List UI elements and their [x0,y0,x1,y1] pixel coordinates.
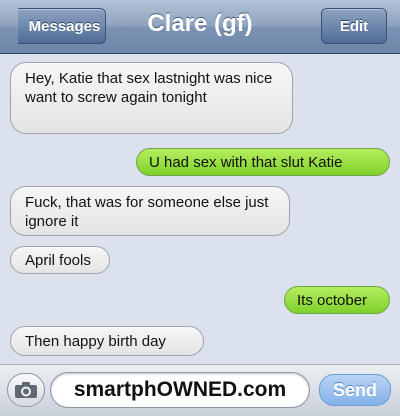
incoming-message-bubble: Then happy birth day [10,326,204,356]
incoming-message-bubble: Hey, Katie that sex lastnight was nice w… [10,62,293,134]
send-button[interactable]: Send [319,374,391,406]
incoming-message-bubble: April fools [10,246,110,274]
message-thread[interactable]: Hey, Katie that sex lastnight was nice w… [0,54,400,364]
camera-button[interactable] [7,373,45,407]
compose-toolbar: smartphOWNED.com Send [0,364,400,416]
camera-icon [15,382,37,398]
incoming-message-bubble: Fuck, that was for someone else just ign… [10,186,290,236]
outgoing-message-bubble: U had sex with that slut Katie [136,148,390,176]
message-input[interactable]: smartphOWNED.com [50,372,310,408]
edit-button[interactable]: Edit [321,8,387,44]
outgoing-message-bubble: Its october [284,286,390,314]
navigation-bar: Messages Clare (gf) Edit [0,0,400,54]
back-button-label: Messages [28,17,101,35]
